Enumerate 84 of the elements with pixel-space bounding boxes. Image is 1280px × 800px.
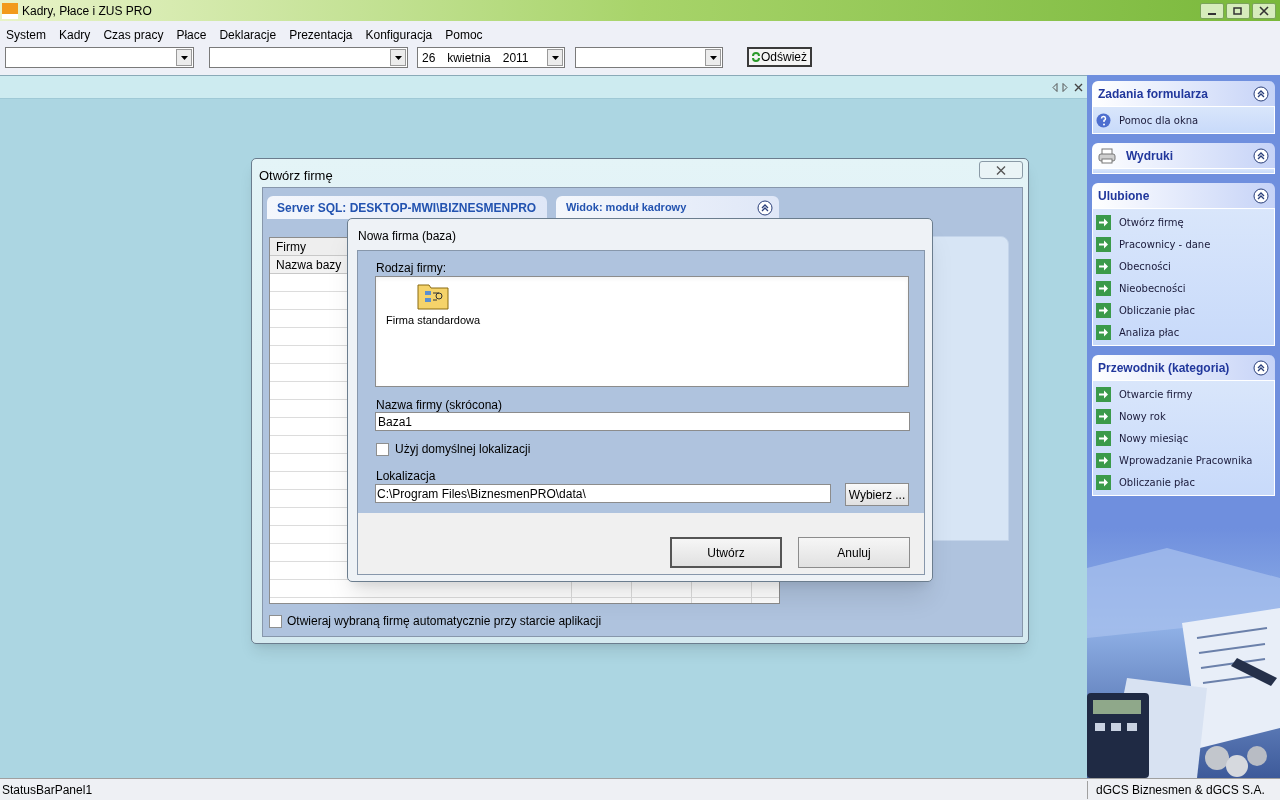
arrow-right-icon bbox=[1096, 408, 1111, 424]
window-title: Kadry, Płace i ZUS PRO bbox=[22, 2, 152, 20]
minimize-icon[interactable] bbox=[1200, 2, 1224, 19]
arrow-right-icon bbox=[1096, 302, 1111, 318]
arrow-right-icon bbox=[1096, 386, 1111, 402]
help-icon bbox=[1096, 112, 1111, 128]
arrow-right-icon bbox=[1096, 258, 1111, 274]
pane-header[interactable]: Wydruki bbox=[1092, 143, 1275, 168]
status-text: dGCS Biznesmen & dGCS S.A. bbox=[1087, 780, 1265, 799]
arrow-right-icon bbox=[1096, 280, 1111, 296]
checkbox[interactable] bbox=[376, 442, 389, 456]
menu-item[interactable]: Konfiguracja bbox=[365, 27, 433, 43]
menu-item[interactable]: Prezentacja bbox=[289, 27, 353, 43]
collapse-icon[interactable] bbox=[757, 199, 773, 216]
menu-item[interactable]: Płace bbox=[176, 27, 207, 43]
refresh-button[interactable]: Odśwież bbox=[747, 47, 812, 67]
date-month: kwietnia bbox=[447, 49, 491, 67]
pane-header[interactable]: Zadania formularza bbox=[1092, 81, 1275, 106]
menu-item[interactable]: System bbox=[6, 27, 46, 43]
pane-title: Wydruki bbox=[1126, 147, 1174, 165]
create-button[interactable]: Utwórz bbox=[670, 537, 782, 568]
close-icon[interactable] bbox=[1074, 82, 1083, 92]
pane-link[interactable]: Analiza płac bbox=[1119, 324, 1180, 340]
pane-link[interactable]: Obecności bbox=[1119, 258, 1171, 274]
field-label: Lokalizacja bbox=[376, 468, 436, 485]
arrow-right-icon bbox=[1096, 430, 1111, 446]
close-icon bbox=[996, 165, 1006, 175]
browse-button[interactable]: Wybierz ... bbox=[845, 483, 909, 506]
scroll-right-icon[interactable] bbox=[1062, 82, 1068, 92]
collapse-icon[interactable] bbox=[1253, 147, 1269, 164]
field-label: Rodzaj firmy: bbox=[376, 260, 446, 277]
menu-item[interactable]: Czas pracy bbox=[103, 27, 164, 43]
pane-title: Przewodnik (kategoria) bbox=[1098, 359, 1230, 377]
pane-link[interactable]: Nowy rok bbox=[1119, 408, 1166, 424]
close-button[interactable] bbox=[979, 161, 1023, 179]
cancel-button[interactable]: Anuluj bbox=[798, 537, 910, 568]
dropdown[interactable] bbox=[575, 47, 723, 68]
pane-link[interactable]: Pracownicy - dane bbox=[1119, 236, 1211, 252]
pane-link[interactable]: Obliczanie płac bbox=[1119, 474, 1195, 490]
panel-title: Widok: moduł kadrowy bbox=[566, 200, 687, 216]
folder-icon[interactable] bbox=[417, 282, 450, 310]
arrow-right-icon bbox=[1096, 474, 1111, 490]
menu-item[interactable]: Kadry bbox=[59, 27, 91, 43]
dropdown[interactable] bbox=[209, 47, 408, 68]
dialog-title: Otwórz firmę bbox=[259, 167, 333, 185]
pane-title: Ulubione bbox=[1098, 187, 1150, 205]
app-logo-icon bbox=[2, 2, 18, 19]
restore-icon[interactable] bbox=[1226, 2, 1250, 19]
field-label: Nazwa firmy (skrócona) bbox=[376, 397, 503, 414]
text-field[interactable]: C:\Program Files\BiznesmenPRO\data\ bbox=[375, 484, 831, 503]
pane-title: Zadania formularza bbox=[1098, 85, 1209, 103]
collapse-icon[interactable] bbox=[1253, 359, 1269, 376]
pane-header[interactable]: Przewodnik (kategoria) bbox=[1092, 355, 1275, 380]
arrow-right-icon bbox=[1096, 214, 1111, 230]
text-field[interactable]: Baza1 bbox=[375, 412, 910, 431]
pane-link[interactable]: Otwórz firmę bbox=[1119, 214, 1184, 230]
pane-header[interactable]: Ulubione bbox=[1092, 183, 1275, 208]
pane-link[interactable]: Otwarcie firmy bbox=[1119, 386, 1193, 402]
date-day: 26 bbox=[422, 48, 436, 67]
date-picker[interactable]: 26 kwietnia 2011 bbox=[417, 47, 565, 68]
checkbox-label: Użyj domyślnej lokalizacji bbox=[395, 441, 531, 458]
arrow-right-icon bbox=[1096, 324, 1111, 340]
pane-link[interactable]: Nieobecności bbox=[1119, 280, 1186, 296]
checkbox-label: Otwieraj wybraną firmę automatycznie przy starcie aplikacji bbox=[287, 613, 602, 630]
pane-link[interactable]: Wprowadzanie Pracownika bbox=[1119, 452, 1253, 468]
date-year: 2011 bbox=[502, 49, 529, 67]
dropdown[interactable] bbox=[5, 47, 194, 68]
arrow-right-icon bbox=[1096, 236, 1111, 252]
checkbox[interactable] bbox=[269, 614, 282, 628]
list-item-label[interactable]: Firma standardowa bbox=[386, 312, 481, 329]
refresh-icon bbox=[752, 52, 760, 62]
pane-link[interactable]: Pomoc dla okna bbox=[1119, 112, 1199, 128]
menu-item[interactable]: Pomoc bbox=[445, 27, 483, 43]
collapse-icon[interactable] bbox=[1253, 187, 1269, 204]
panel-header: Server SQL: DESKTOP-MWI\BIZNESMENPRO bbox=[267, 196, 547, 219]
menu-item[interactable]: Deklaracje bbox=[219, 27, 277, 43]
collapse-icon[interactable] bbox=[1253, 85, 1269, 102]
scroll-left-icon[interactable] bbox=[1052, 82, 1058, 92]
printer-icon bbox=[1098, 147, 1116, 164]
close-icon[interactable] bbox=[1252, 2, 1276, 19]
arrow-right-icon bbox=[1096, 452, 1111, 468]
status-text: StatusBarPanel1 bbox=[1, 781, 94, 799]
pane-link[interactable]: Nowy miesiąc bbox=[1119, 430, 1189, 446]
pane-link[interactable]: Obliczanie płac bbox=[1119, 302, 1195, 318]
